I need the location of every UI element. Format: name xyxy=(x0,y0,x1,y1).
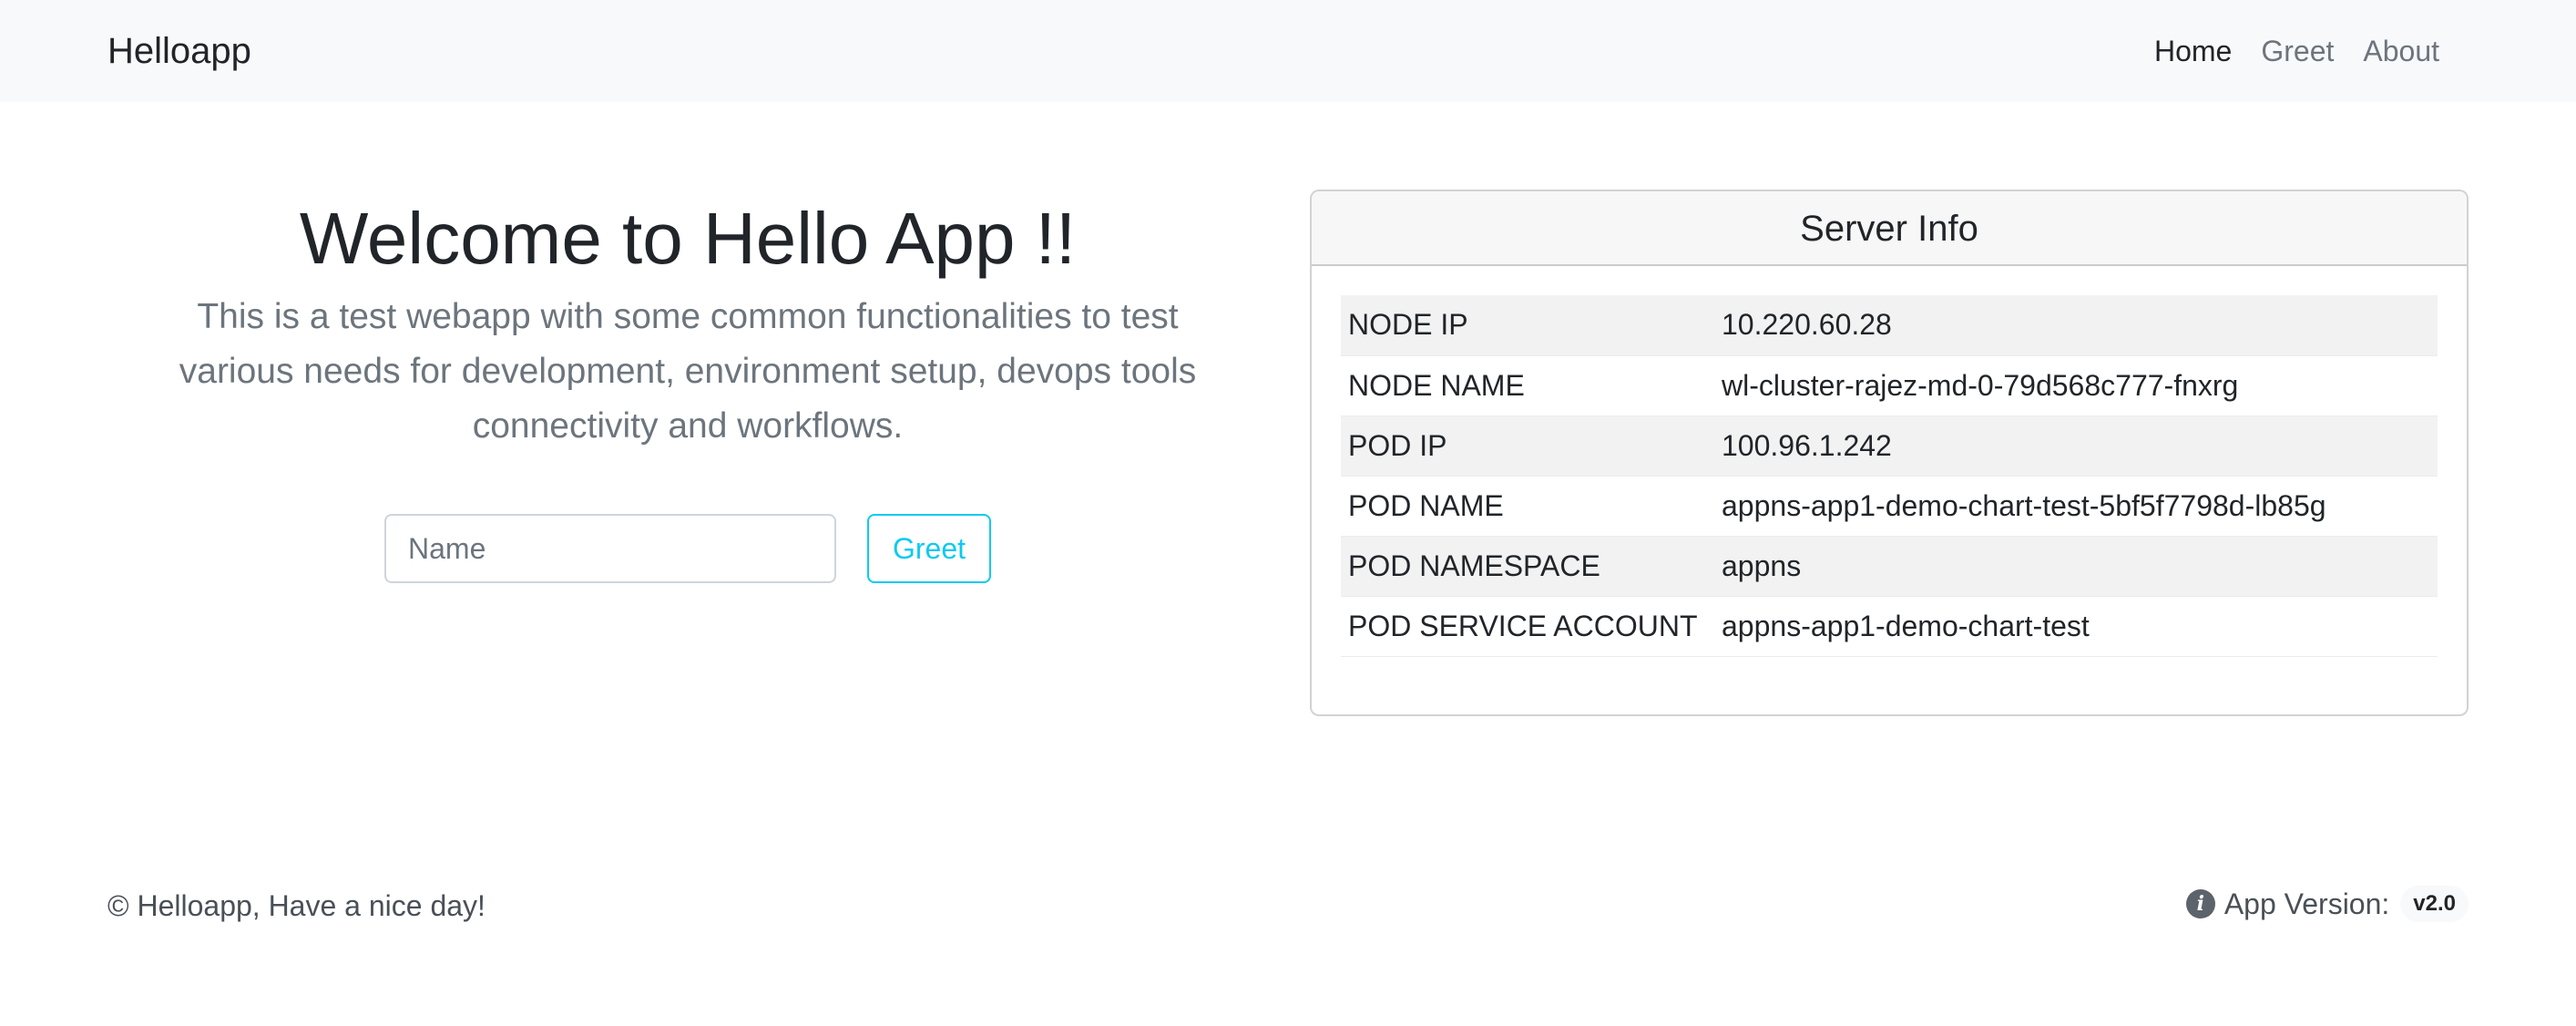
nav-links: Home Greet About xyxy=(2140,0,2454,102)
version-label: App Version: xyxy=(2223,887,2390,920)
table-row: POD IP 100.96.1.242 xyxy=(1341,416,2438,477)
top-navbar: Helloapp Home Greet About xyxy=(0,0,2576,102)
greet-button[interactable]: Greet xyxy=(867,514,991,583)
row-key: POD NAME xyxy=(1341,476,1714,537)
row-value: wl-cluster-rajez-md-0-79d568c777-fnxrg xyxy=(1714,355,2438,416)
hero-section: Welcome to Hello App !! This is a test w… xyxy=(128,182,1248,454)
row-key: POD NAMESPACE xyxy=(1341,536,1714,597)
name-input[interactable] xyxy=(384,514,836,583)
server-info-card: Server Info NODE IP 10.220.60.28 NODE NA… xyxy=(1310,190,2469,716)
greet-form: Greet xyxy=(384,514,991,583)
row-value: appns-app1-demo-chart-test xyxy=(1714,596,2438,657)
row-key: NODE NAME xyxy=(1341,355,1714,416)
table-row: POD NAME appns-app1-demo-chart-test-5bf5… xyxy=(1341,476,2438,537)
table-row: POD NAMESPACE appns xyxy=(1341,536,2438,597)
page-title: Welcome to Hello App !! xyxy=(299,198,1077,279)
server-info-table: NODE IP 10.220.60.28 NODE NAME wl-cluste… xyxy=(1341,295,2438,657)
row-value: appns xyxy=(1714,536,2438,597)
row-key: NODE IP xyxy=(1341,295,1714,356)
nav-link-home[interactable]: Home xyxy=(2140,35,2246,68)
hero-description: This is a test webapp with some common f… xyxy=(179,297,1197,446)
row-key: POD SERVICE ACCOUNT xyxy=(1341,596,1714,657)
version-badge: v2.0 xyxy=(2400,886,2469,922)
table-row: NODE IP 10.220.60.28 xyxy=(1341,295,2438,356)
footer-copyright: © Helloapp, Have a nice day! xyxy=(107,889,486,922)
table-row: NODE NAME wl-cluster-rajez-md-0-79d568c7… xyxy=(1341,355,2438,416)
server-info-title: Server Info xyxy=(1312,191,2467,266)
row-value: appns-app1-demo-chart-test-5bf5f7798d-lb… xyxy=(1714,476,2438,537)
nav-link-greet[interactable]: Greet xyxy=(2246,35,2348,68)
footer-version: i App Version: v2.0 xyxy=(2185,886,2469,922)
row-value: 10.220.60.28 xyxy=(1714,295,2438,356)
info-icon: i xyxy=(2185,889,2215,918)
brand-link[interactable]: Helloapp xyxy=(107,0,251,102)
table-row: POD SERVICE ACCOUNT appns-app1-demo-char… xyxy=(1341,596,2438,657)
nav-link-about[interactable]: About xyxy=(2348,35,2454,68)
row-key: POD IP xyxy=(1341,416,1714,477)
row-value: 100.96.1.242 xyxy=(1714,416,2438,477)
